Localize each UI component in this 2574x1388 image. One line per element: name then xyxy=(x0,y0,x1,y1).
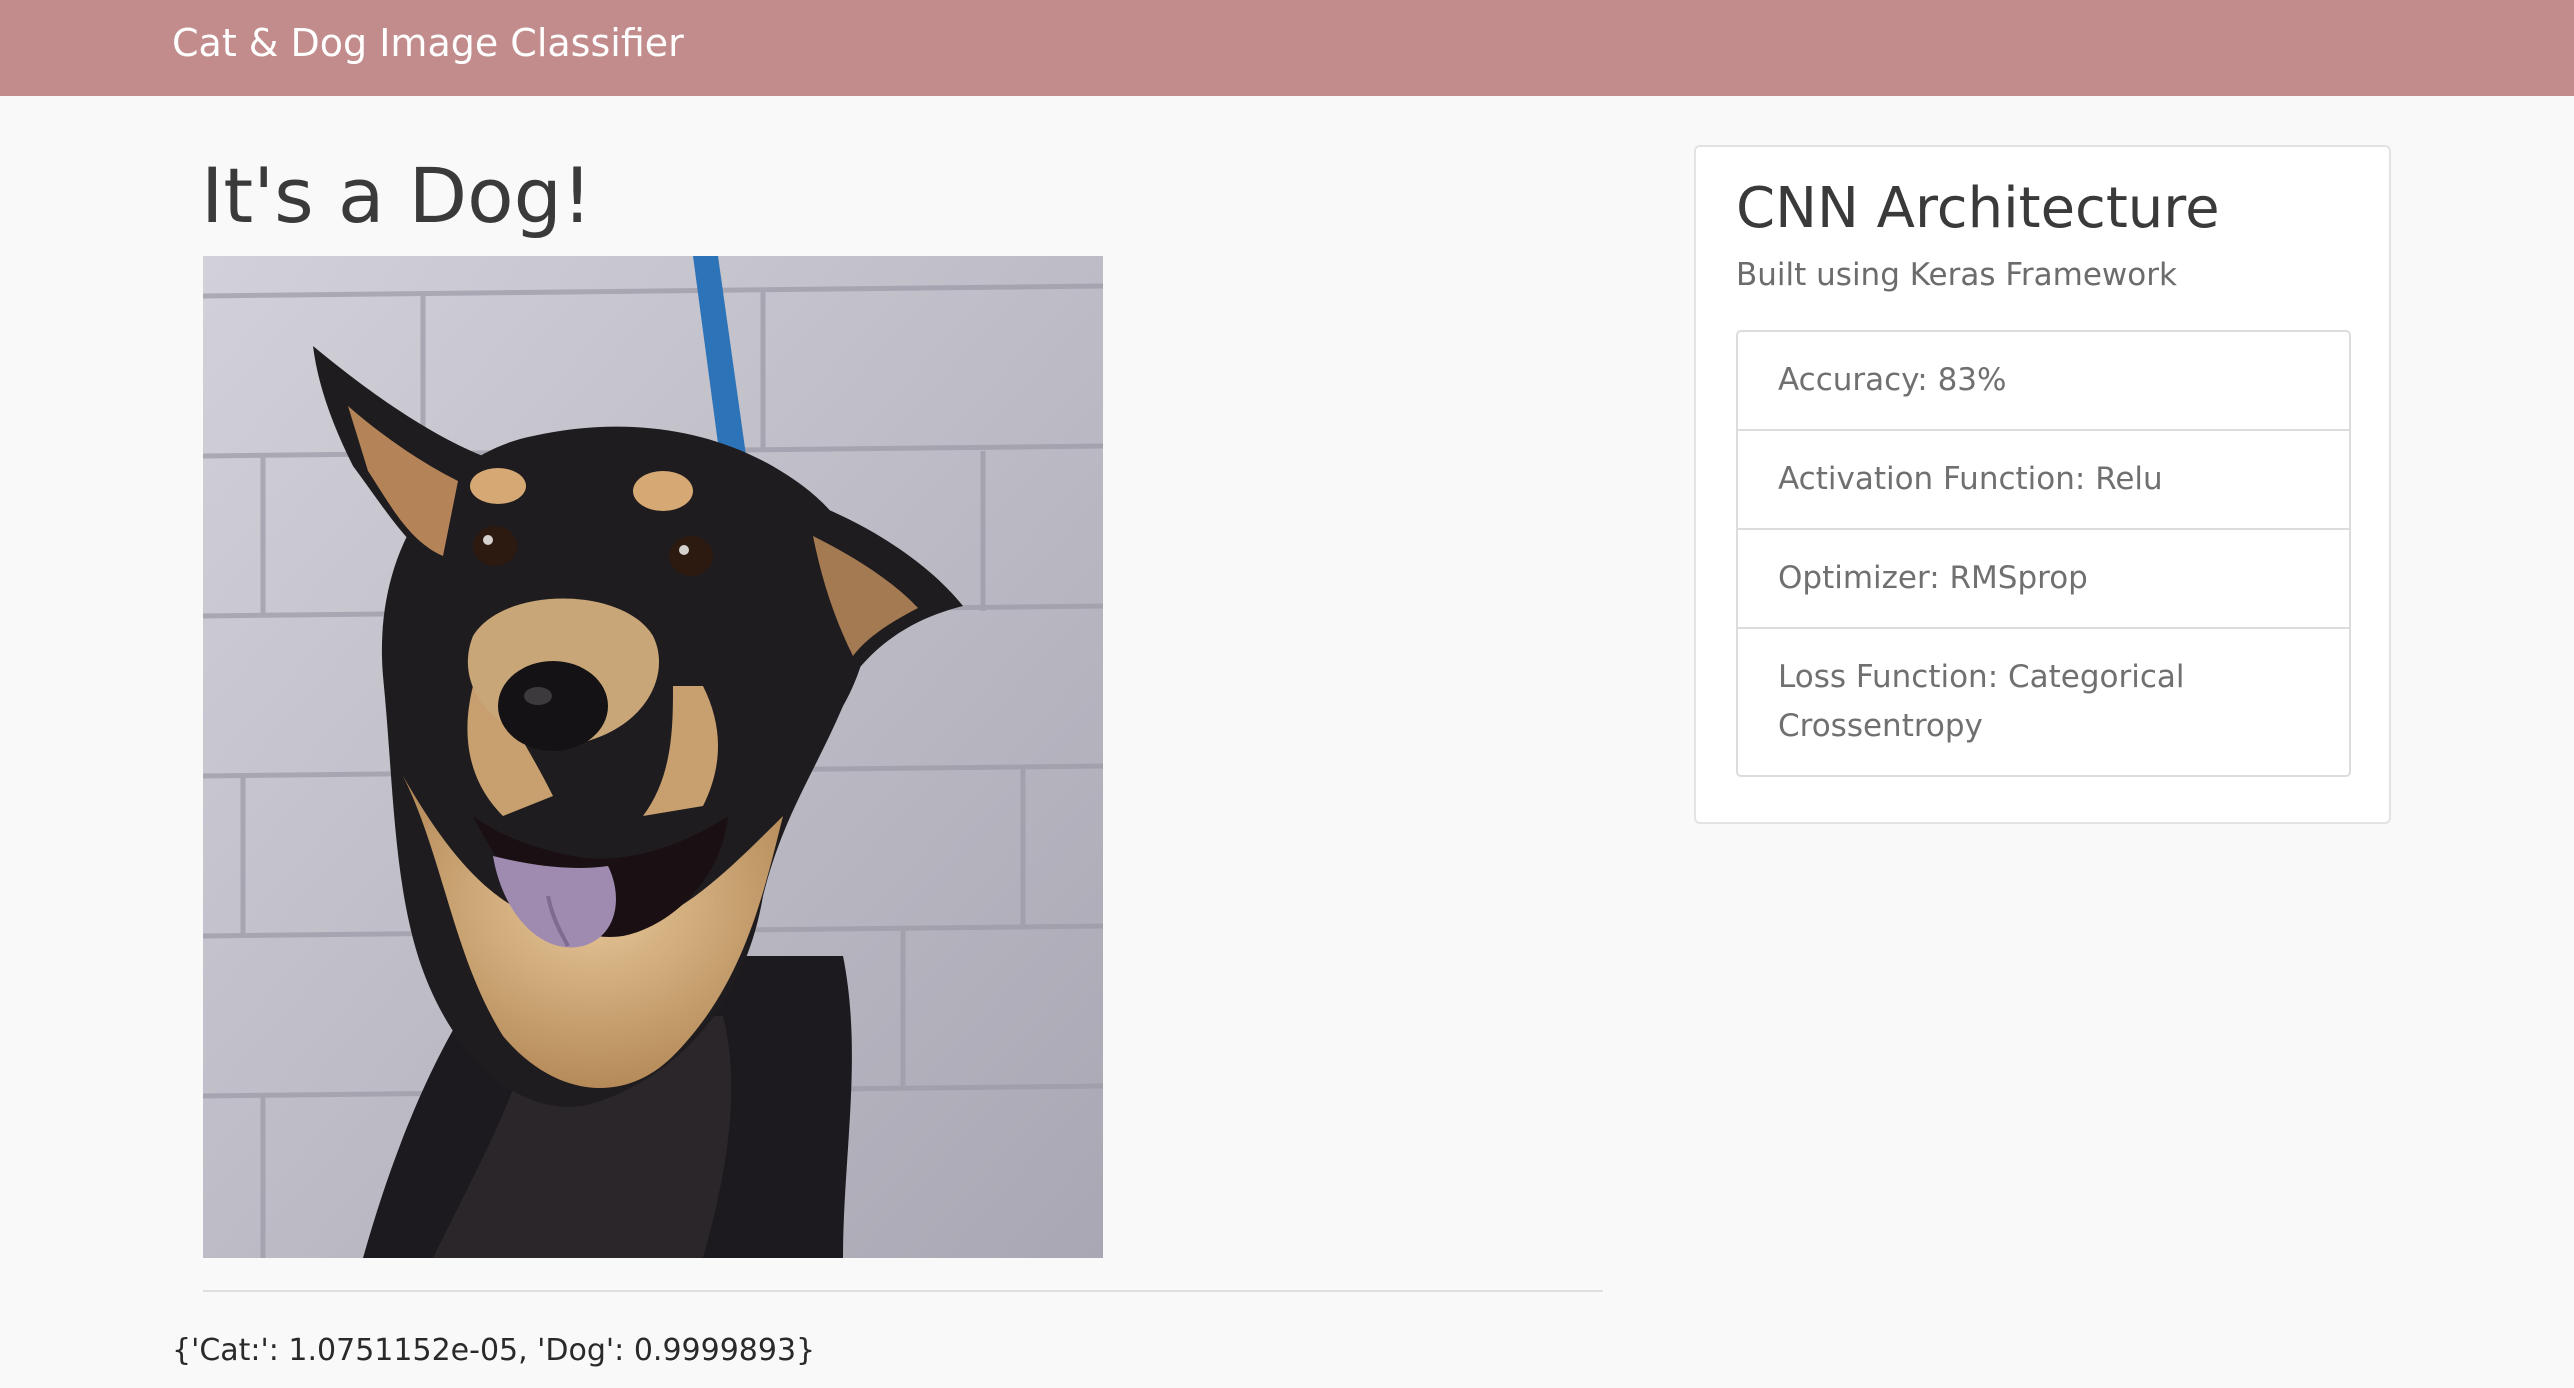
prediction-probabilities: {'Cat:': 1.0751152e-05, 'Dog': 0.9999893… xyxy=(172,1333,816,1368)
card-title: CNN Architecture xyxy=(1736,176,2220,241)
architecture-list: Accuracy: 83% Activation Function: Relu … xyxy=(1736,330,2351,777)
section-divider xyxy=(203,1290,1603,1292)
architecture-card: CNN Architecture Built using Keras Frame… xyxy=(1694,145,2391,824)
dog-photo xyxy=(203,256,1103,1258)
list-item-loss-function: Loss Function: Categorical Crossentropy xyxy=(1778,659,2185,744)
card-subtitle: Built using Keras Framework xyxy=(1736,257,2177,293)
navbar-brand[interactable]: Cat & Dog Image Classifier xyxy=(172,18,684,68)
list-item-activation: Activation Function: Relu xyxy=(1738,431,2349,530)
prediction-heading: It's a Dog! xyxy=(201,151,593,240)
list-item-accuracy: Accuracy: 83% xyxy=(1738,332,2349,431)
list-item-optimizer: Optimizer: RMSprop xyxy=(1738,530,2349,629)
navbar: Cat & Dog Image Classifier xyxy=(0,0,2574,96)
